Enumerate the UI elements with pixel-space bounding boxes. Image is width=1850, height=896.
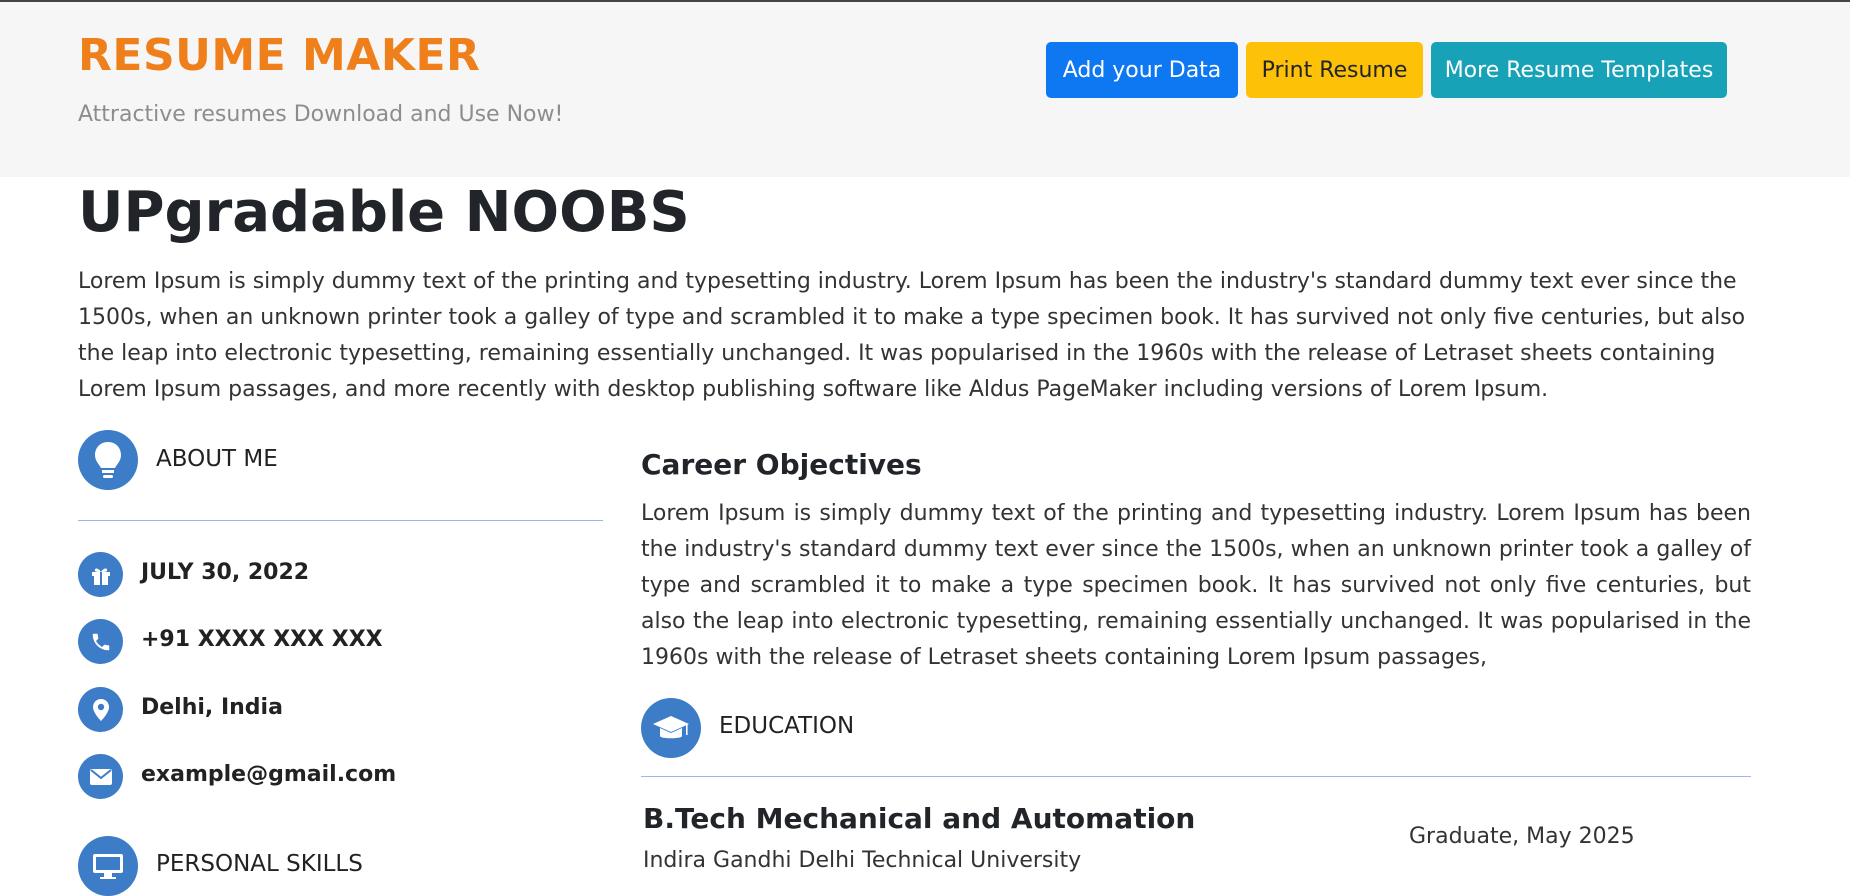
career-objectives-title: Career Objectives bbox=[641, 448, 922, 481]
brand-tagline: Attractive resumes Download and Use Now! bbox=[78, 102, 564, 127]
about-divider bbox=[78, 520, 603, 521]
add-data-button[interactable]: Add your Data bbox=[1046, 42, 1238, 98]
birthday-text: JULY 30, 2022 bbox=[141, 560, 310, 585]
profile-intro: Lorem Ipsum is simply dummy text of the … bbox=[78, 269, 1746, 402]
profile-name: UPgradable NOOBS bbox=[78, 180, 690, 245]
gift-icon bbox=[78, 552, 123, 597]
more-templates-button[interactable]: More Resume Templates bbox=[1431, 42, 1727, 98]
print-resume-button[interactable]: Print Resume bbox=[1246, 42, 1423, 98]
about-me-heading: ABOUT ME bbox=[156, 446, 278, 472]
degree-title: B.Tech Mechanical and Automation bbox=[643, 802, 1196, 835]
university-name: Indira Gandhi Delhi Technical University bbox=[643, 848, 1082, 873]
phone-icon bbox=[78, 619, 123, 664]
personal-skills-heading: PERSONAL SKILLS bbox=[156, 851, 363, 877]
graduation-date: Graduate, May 2025 bbox=[1409, 824, 1635, 849]
career-objectives-text: Lorem Ipsum is simply dummy text of the … bbox=[641, 501, 1751, 670]
location-pin-icon bbox=[78, 687, 123, 732]
brand-title: RESUME MAKER bbox=[78, 30, 481, 81]
envelope-icon bbox=[78, 754, 123, 799]
email-text: example@gmail.com bbox=[141, 762, 397, 787]
monitor-icon bbox=[78, 836, 138, 896]
lightbulb-icon bbox=[78, 430, 138, 490]
education-divider bbox=[641, 776, 1751, 777]
education-heading: EDUCATION bbox=[719, 713, 855, 739]
top-bar: RESUME MAKER Attractive resumes Download… bbox=[0, 2, 1850, 177]
phone-text: +91 XXXX XXX XXX bbox=[141, 627, 383, 652]
location-text: Delhi, India bbox=[141, 695, 283, 720]
graduation-cap-icon bbox=[641, 698, 701, 758]
